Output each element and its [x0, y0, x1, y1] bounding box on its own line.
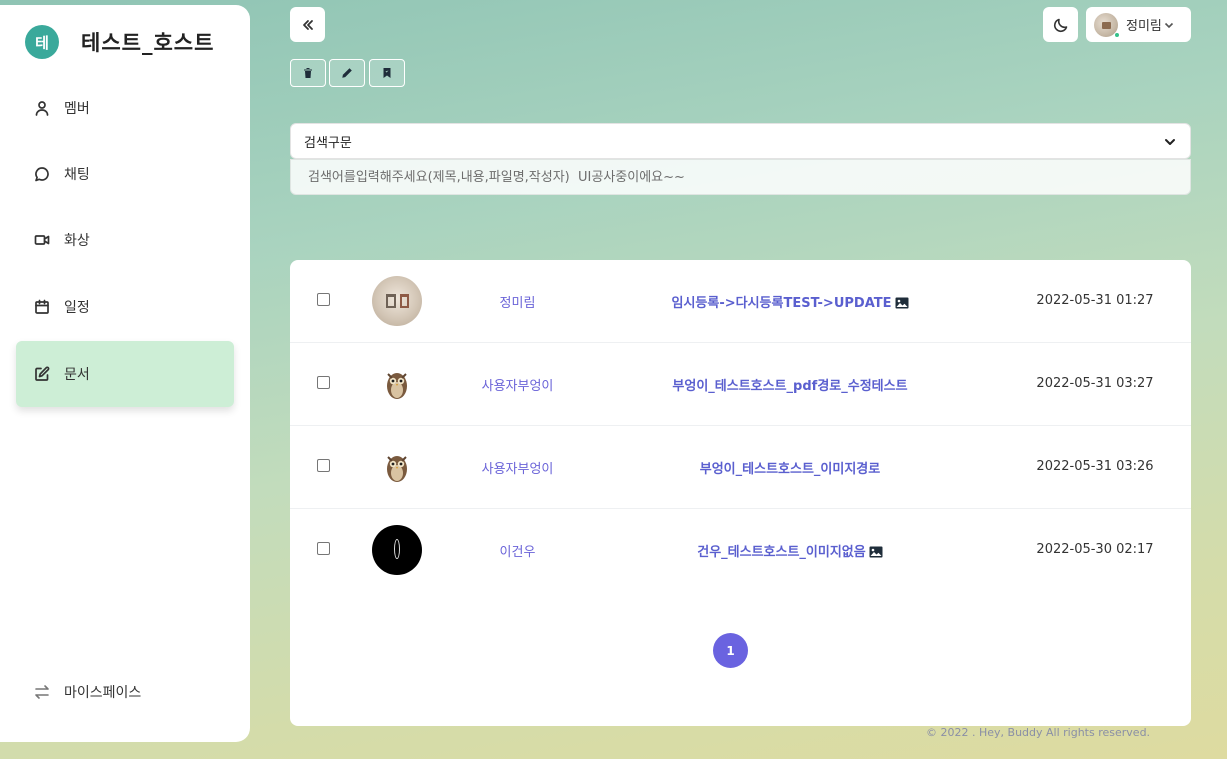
search-input[interactable] — [290, 159, 1191, 195]
document-title[interactable]: 임시등록->다시등록TEST->UPDATE — [620, 292, 960, 313]
search-type-select[interactable]: 검색구문 — [290, 123, 1191, 159]
video-icon — [34, 235, 50, 245]
sidebar-item-label: 일정 — [64, 300, 90, 316]
chevron-down-icon — [1164, 22, 1173, 28]
user-name: 정미림 — [1126, 19, 1162, 34]
footer-copyright: © 2022 . Hey, Buddy All rights reserved. — [926, 726, 1151, 739]
row-checkbox[interactable] — [317, 293, 330, 306]
document-title-text: 임시등록->다시등록TEST->UPDATE — [671, 296, 892, 311]
chevron-down-icon — [1165, 139, 1175, 145]
bookmark-button[interactable] — [369, 59, 405, 87]
table-row[interactable]: 이건우 건우_테스트호스트_이미지없음 2022-05-30 02:17 — [290, 509, 1191, 592]
document-table: 정미림 임시등록->다시등록TEST->UPDATE 2022-05-31 01… — [290, 260, 1191, 726]
bookmark-icon — [383, 68, 391, 78]
author-name[interactable]: 사용자부엉이 — [460, 375, 575, 394]
moon-icon — [1053, 18, 1067, 32]
sidebar-item-members[interactable]: 멤버 — [16, 75, 234, 141]
sidebar-item-label: 화상 — [64, 233, 90, 249]
sidebar-item-label: 문서 — [64, 367, 90, 383]
edit-document-icon — [35, 366, 50, 381]
double-chevron-left-icon — [302, 19, 313, 30]
sidebar-item-label: 멤버 — [64, 101, 90, 117]
switch-arrows-icon — [35, 685, 49, 699]
myspace-link[interactable]: 마이스페이스 — [34, 682, 141, 702]
author-avatar — [372, 442, 422, 492]
myspace-label: 마이스페이스 — [64, 685, 142, 701]
delete-button[interactable] — [290, 59, 326, 87]
collapse-sidebar-button[interactable] — [290, 7, 325, 42]
sidebar: 테 테스트_호스트 멤버 채팅 화상 일정 문서 마이스페이스 — [0, 5, 250, 742]
document-title-text: 부엉이_테스트호스트_pdf경로_수정테스트 — [672, 379, 908, 394]
author-avatar — [372, 276, 422, 326]
author-avatar — [372, 359, 422, 409]
document-date: 2022-05-31 03:27 — [1036, 376, 1154, 391]
pencil-icon — [342, 68, 352, 78]
sidebar-item-video[interactable]: 화상 — [16, 207, 234, 273]
online-status-dot — [1114, 32, 1120, 38]
row-checkbox[interactable] — [317, 459, 330, 472]
owl-icon — [387, 373, 407, 399]
sidebar-item-schedule[interactable]: 일정 — [16, 274, 234, 340]
document-date: 2022-05-31 01:27 — [1036, 293, 1154, 308]
table-row[interactable]: 사용자부엉이 부엉이_테스트호스트_이미지경로 2022-05-31 03:26 — [290, 426, 1191, 509]
search-type-value: 검색구문 — [304, 135, 352, 151]
author-name[interactable]: 사용자부엉이 — [460, 458, 575, 477]
document-title-text: 부엉이_테스트호스트_이미지경로 — [699, 462, 881, 477]
brand-name: 테스트_호스트 — [81, 31, 215, 55]
document-title[interactable]: 부엉이_테스트호스트_이미지경로 — [620, 458, 960, 477]
document-date: 2022-05-31 03:26 — [1036, 459, 1154, 474]
author-name[interactable]: 정미림 — [460, 292, 575, 311]
user-menu-button[interactable]: 정미림 — [1086, 7, 1191, 42]
document-title[interactable]: 부엉이_테스트호스트_pdf경로_수정테스트 — [620, 375, 960, 394]
image-icon — [895, 297, 909, 313]
pagination-page-button[interactable]: 1 — [713, 633, 748, 668]
table-row[interactable]: 사용자부엉이 부엉이_테스트호스트_pdf경로_수정테스트 2022-05-31… — [290, 343, 1191, 426]
sidebar-item-chat[interactable]: 채팅 — [16, 141, 234, 207]
sidebar-item-documents[interactable]: 문서 — [16, 341, 234, 407]
brand-badge: 테 — [25, 25, 59, 59]
brand[interactable]: 테 테스트_호스트 — [25, 25, 214, 59]
document-date: 2022-05-30 02:17 — [1036, 542, 1154, 557]
trash-icon — [304, 68, 312, 78]
author-avatar — [372, 525, 422, 575]
row-checkbox[interactable] — [317, 376, 330, 389]
owl-icon — [387, 456, 407, 482]
theme-toggle-button[interactable] — [1043, 7, 1078, 42]
calendar-icon — [35, 299, 49, 314]
edit-button[interactable] — [329, 59, 365, 87]
document-title[interactable]: 건우_테스트호스트_이미지없음 — [620, 541, 960, 562]
author-name[interactable]: 이건우 — [460, 541, 575, 560]
document-title-text: 건우_테스트호스트_이미지없음 — [697, 545, 866, 560]
sidebar-item-label: 채팅 — [64, 167, 90, 183]
image-icon — [869, 546, 883, 562]
table-row[interactable]: 정미림 임시등록->다시등록TEST->UPDATE 2022-05-31 01… — [290, 260, 1191, 343]
chat-icon — [35, 167, 49, 182]
row-checkbox[interactable] — [317, 542, 330, 555]
user-icon — [35, 101, 49, 116]
